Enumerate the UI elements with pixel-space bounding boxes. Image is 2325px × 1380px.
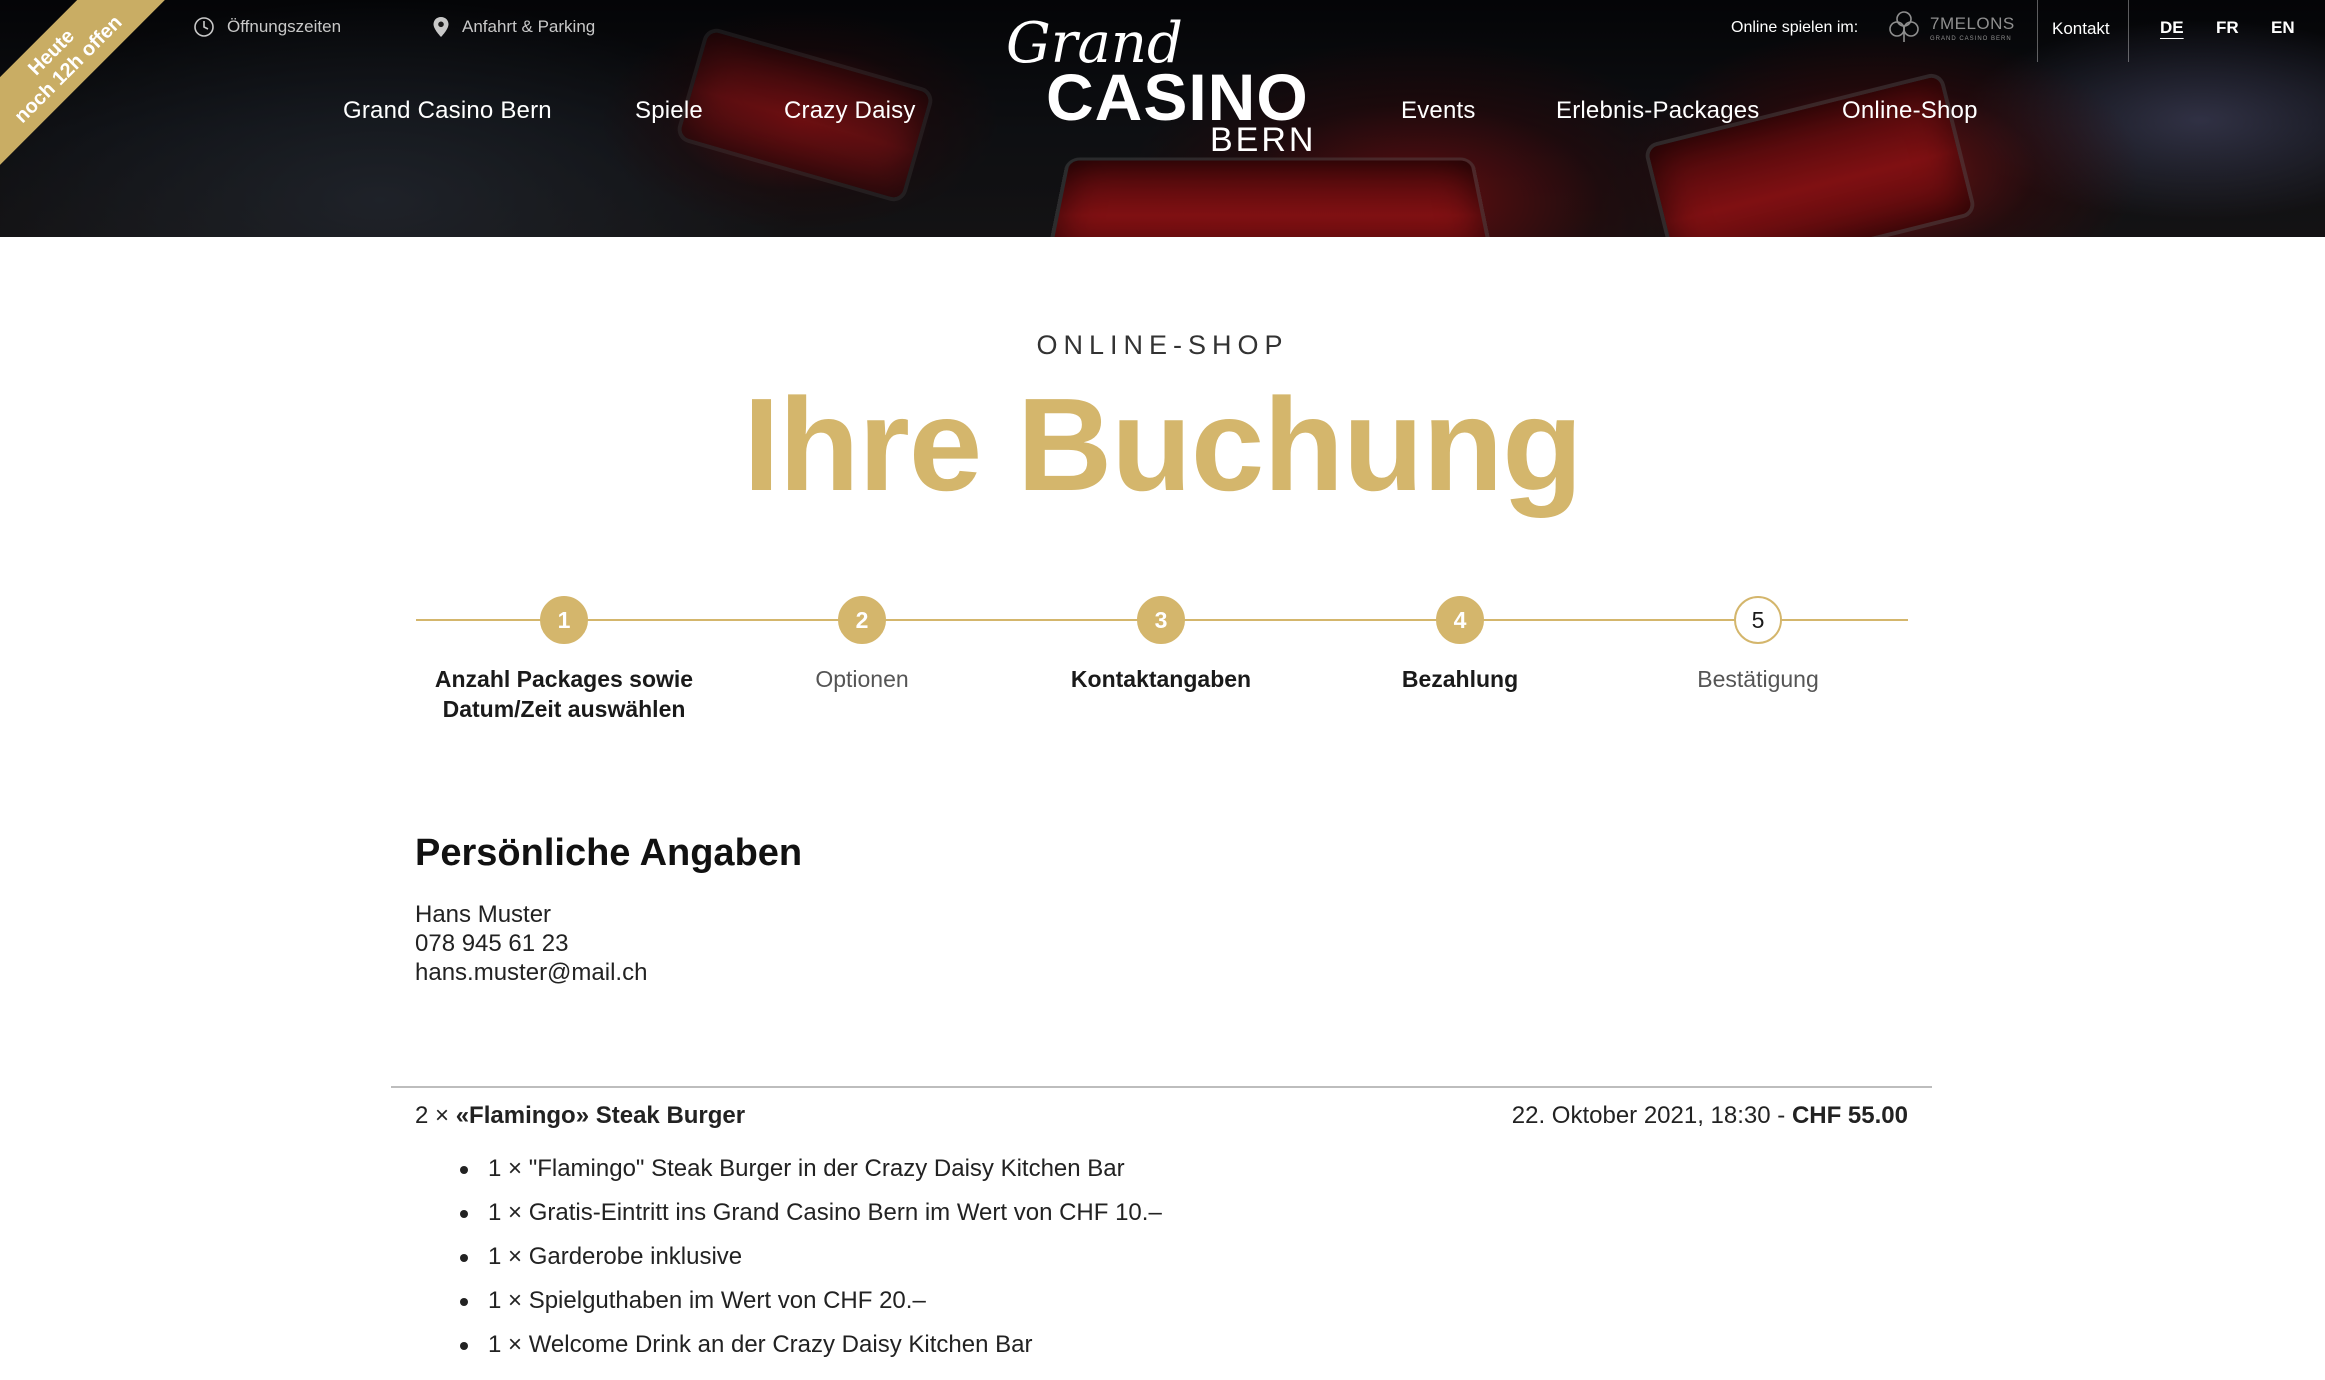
list-item: 1 × Gratis-Eintritt ins Grand Casino Ber…	[460, 1191, 1162, 1235]
clover-icon	[1886, 8, 1922, 48]
directions-link[interactable]: Anfahrt & Parking	[432, 16, 595, 38]
step-3: 3 Kontaktangaben	[1011, 590, 1311, 694]
section-divider	[391, 1086, 1932, 1088]
online-play-label: Online spielen im:	[1731, 19, 1859, 36]
order-date: 22. Oktober 2021, 18:30 -	[1511, 1102, 1786, 1129]
language-fr[interactable]: FR	[2216, 18, 2239, 38]
header-divider	[2128, 0, 2129, 62]
step-4-label: Bezahlung	[1401, 666, 1519, 692]
step-2: 2 Optionen	[712, 590, 1012, 694]
list-item: 1 × Garderobe inklusive	[460, 1235, 1162, 1279]
list-item: 1 × Spielguthaben im Wert von CHF 20.–	[460, 1279, 1162, 1323]
header-divider	[2037, 0, 2038, 62]
page-eyebrow: ONLINE-SHOP	[1036, 330, 1289, 360]
step-1-number: 1	[540, 596, 588, 644]
order-quantity: 2 ×	[415, 1102, 450, 1129]
step-1-label-line-1: Anzahl Packages sowie	[434, 666, 694, 692]
step-1-label-line-2: Datum/Zeit auswählen	[442, 696, 686, 722]
logo-bern-text: BERN	[1210, 121, 1317, 159]
nav-crazy-daisy[interactable]: Crazy Daisy	[784, 97, 916, 125]
nav-erlebnis-packages[interactable]: Erlebnis-Packages	[1556, 97, 1760, 125]
order-line-meta: 22. Oktober 2021, 18:30 - CHF 55.00	[1512, 1102, 1908, 1130]
list-item: 1 × "Flamingo" Steak Burger in der Crazy…	[460, 1147, 1162, 1191]
package-items-list: 1 × "Flamingo" Steak Burger in der Crazy…	[460, 1147, 1162, 1367]
step-3-number: 3	[1137, 596, 1185, 644]
nav-online-shop[interactable]: Online-Shop	[1842, 97, 1978, 125]
directions-label: Anfahrt & Parking	[462, 17, 596, 36]
contact-link[interactable]: Kontakt	[2052, 19, 2110, 39]
booking-progress-stepper: 1 Anzahl Packages sowie Datum/Zeit auswä…	[416, 590, 1908, 730]
nav-grand-casino-bern[interactable]: Grand Casino Bern	[343, 97, 552, 125]
nav-events[interactable]: Events	[1401, 97, 1476, 125]
contact-email: hans.muster@mail.ch	[415, 959, 648, 986]
clock-icon	[193, 16, 215, 38]
order-price: CHF 55.00	[1791, 1102, 1908, 1129]
opening-hours-link[interactable]: Öffnungszeiten	[193, 16, 341, 38]
step-5-number: 5	[1734, 596, 1782, 644]
contact-phone: 078 945 61 23	[415, 930, 569, 957]
language-en[interactable]: EN	[2271, 18, 2295, 38]
page-title: Ihre Buchung	[743, 371, 1583, 518]
grand-casino-bern-logo[interactable]: Grand CASINO BERN	[1000, 14, 1330, 164]
site-header: Heute noch 12h offen Öffnungszeiten Anfa…	[0, 0, 2325, 237]
step-5: 5 Bestätigung	[1608, 590, 1908, 694]
order-product-name: «Flamingo» Steak Burger	[455, 1102, 746, 1129]
order-line-title: 2 × «Flamingo» Steak Burger	[415, 1102, 745, 1130]
step-1-label: Anzahl Packages sowie Datum/Zeit auswähl…	[414, 664, 714, 724]
7melons-brand: 7MELONS	[1930, 14, 2015, 33]
nav-spiele[interactable]: Spiele	[635, 97, 703, 125]
7melons-subtitle: GRAND CASINO BERN	[1930, 36, 2012, 42]
step-5-label: Bestätigung	[1697, 666, 1819, 692]
personal-info-heading: Persönliche Angaben	[415, 832, 803, 874]
7melons-link[interactable]: 7MELONS GRAND CASINO BERN	[1886, 8, 2015, 48]
step-1: 1 Anzahl Packages sowie Datum/Zeit auswä…	[414, 590, 714, 724]
step-2-number: 2	[838, 596, 886, 644]
contact-name: Hans Muster	[415, 901, 552, 928]
opening-hours-label: Öffnungszeiten	[227, 17, 342, 36]
list-item: 1 × Welcome Drink an der Crazy Daisy Kit…	[460, 1323, 1162, 1367]
map-pin-icon	[432, 16, 450, 38]
step-3-label: Kontaktangaben	[1070, 666, 1252, 692]
step-4: 4 Bezahlung	[1310, 590, 1610, 694]
language-de[interactable]: DE	[2160, 18, 2184, 38]
step-4-number: 4	[1436, 596, 1484, 644]
step-2-label: Optionen	[815, 666, 909, 692]
